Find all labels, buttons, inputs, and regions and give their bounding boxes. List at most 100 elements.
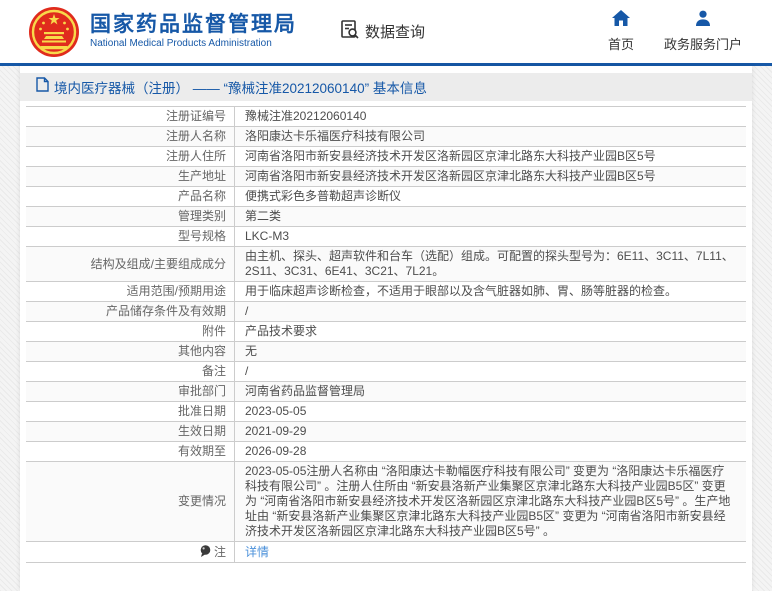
row-value-cell: 详情 [235, 542, 746, 562]
row-value-cell: 第二类 [235, 207, 746, 226]
table-row: 注册人住所 河南省洛阳市新安县经济技术开发区洛新园区京津北路东大科技产业园B区5号 [26, 147, 746, 167]
row-value-cell: 2021-09-29 [235, 422, 746, 441]
nav-gov-portal-label: 政务服务门户 [663, 37, 742, 52]
row-value: / [245, 364, 249, 378]
row-label-cell: 审批部门 [26, 382, 235, 401]
table-row: 备注 / [26, 362, 746, 382]
row-label: 附件 [201, 324, 226, 338]
data-query-label: 数据查询 [365, 24, 426, 41]
row-label: 注 [213, 544, 226, 559]
row-value-cell: 河南省药品监督管理局 [235, 382, 746, 401]
table-row: 生产地址 河南省洛阳市新安县经济技术开发区洛新园区京津北路东大科技产业园B区5号 [26, 167, 746, 187]
row-value-cell: 河南省洛阳市新安县经济技术开发区洛新园区京津北路东大科技产业园B区5号 [235, 147, 746, 166]
table-row: 注册证编号 豫械注准20212060140 [26, 107, 746, 127]
national-emblem-logo [28, 6, 80, 58]
row-value-cell: 便携式彩色多普勒超声诊断仪 [235, 187, 746, 206]
row-value: 2026-09-28 [245, 444, 307, 458]
agency-name-en: National Medical Products Administration [90, 38, 272, 49]
row-value-cell: 2023-05-05注册人名称由 “洛阳康达卡勒幅医疗科技有限公司” 变更为 “… [235, 462, 746, 541]
table-row: 变更情况 2023-05-05注册人名称由 “洛阳康达卡勒幅医疗科技有限公司” 变… [26, 462, 746, 542]
row-label-cell: 产品储存条件及有效期 [26, 302, 235, 321]
table-row: 结构及组成/主要组成成分 由主机、探头、超声软件和台车（选配）组成。可配置的探头型… [26, 247, 746, 282]
row-label: 注册人名称 [165, 129, 226, 143]
page-title-bar: 境内医疗器械（注册） —— “豫械注准20212060140” 基本信息 [20, 73, 752, 101]
row-label: 生产地址 [177, 169, 226, 183]
table-row: 批准日期 2023-05-05 [26, 402, 746, 422]
row-value-cell: 豫械注准20212060140 [235, 107, 746, 126]
row-label-cell: 型号规格 [26, 227, 235, 246]
row-label: 注册证编号 [165, 109, 226, 123]
row-value: 洛阳康达卡乐福医疗科技有限公司 [245, 129, 426, 143]
row-value: 2023-05-05注册人名称由 “洛阳康达卡勒幅医疗科技有限公司” 变更为 “… [245, 464, 731, 538]
nav-home-label: 首页 [607, 37, 634, 52]
row-label: 产品储存条件及有效期 [105, 304, 226, 318]
data-query-nav[interactable]: 数据查询 [339, 18, 425, 45]
page-title: 境内医疗器械（注册） —— “豫械注准20212060140” 基本信息 [54, 81, 427, 96]
row-label-cell: 产品名称 [26, 187, 235, 206]
table-row: 产品名称 便携式彩色多普勒超声诊断仪 [26, 187, 746, 207]
row-label-cell: 变更情况 [26, 462, 235, 541]
row-label-cell: 有效期至 [26, 442, 235, 461]
row-label-cell: 注册人住所 [26, 147, 235, 166]
document-search-icon [339, 18, 361, 45]
row-label: 结构及组成/主要组成成分 [90, 256, 226, 271]
table-row: 附件 产品技术要求 [26, 322, 746, 342]
table-row: 有效期至 2026-09-28 [26, 442, 746, 462]
row-label: 其他内容 [177, 344, 226, 358]
nav-home[interactable]: 首页 [608, 10, 634, 53]
row-value: 第二类 [245, 209, 282, 223]
row-value-cell: 无 [235, 342, 746, 361]
row-value: 由主机、探头、超声软件和台车（选配）组成。可配置的探头型号为：6E11、3C11… [245, 249, 734, 278]
row-label: 备注 [201, 364, 226, 378]
row-label-cell: 备注 [26, 362, 235, 381]
row-label: 管理类别 [177, 209, 226, 223]
row-value-cell: 洛阳康达卡乐福医疗科技有限公司 [235, 127, 746, 146]
row-value: 无 [245, 344, 258, 358]
page-background: 境内医疗器械（注册） —— “豫械注准20212060140” 基本信息 注册证… [0, 66, 772, 591]
row-value: 用于临床超声诊断检查，不适用于眼部以及含气脏器如肺、胃、肠等脏器的检查。 [245, 284, 678, 298]
row-value: 2023-05-05 [245, 404, 307, 418]
row-value: / [245, 304, 249, 318]
row-value-cell: 产品技术要求 [235, 322, 746, 341]
table-row: 型号规格 LKC-M3 [26, 227, 746, 247]
home-icon [611, 10, 630, 31]
table-row: 产品储存条件及有效期 / [26, 302, 746, 322]
row-label-cell: 生效日期 [26, 422, 235, 441]
row-label-cell: 适用范围/预期用途 [26, 282, 235, 301]
row-value-cell: / [235, 362, 746, 381]
user-icon [695, 10, 711, 31]
agency-name-cn: 国家药品监督管理局 [90, 13, 297, 36]
row-label-cell: 注册证编号 [26, 107, 235, 126]
table-row: 管理类别 第二类 [26, 207, 746, 227]
row-label: 生效日期 [177, 424, 226, 438]
row-value: 豫械注准20212060140 [245, 109, 367, 123]
table-row: 生效日期 2021-09-29 [26, 422, 746, 442]
detail-link[interactable]: 详情 [245, 545, 269, 560]
nav-gov-portal[interactable]: 政务服务门户 [664, 10, 742, 53]
row-label-cell: 结构及组成/主要组成成分 [26, 247, 235, 281]
row-value-cell: 用于临床超声诊断检查，不适用于眼部以及含气脏器如肺、胃、肠等脏器的检查。 [235, 282, 746, 301]
row-value-cell: / [235, 302, 746, 321]
page-icon [36, 77, 49, 97]
row-label-cell: 其他内容 [26, 342, 235, 361]
row-value-cell: 由主机、探头、超声软件和台车（选配）组成。可配置的探头型号为：6E11、3C11… [235, 247, 746, 281]
info-table: 注册证编号 豫械注准20212060140 注册人名称 洛阳康达卡乐福医疗科技有限公司… [26, 106, 746, 563]
note-balloon-icon [200, 545, 211, 561]
row-label: 型号规格 [177, 229, 226, 243]
row-value-cell: 2023-05-05 [235, 402, 746, 421]
table-row: 适用范围/预期用途 用于临床超声诊断检查，不适用于眼部以及含气脏器如肺、胃、肠等脏… [26, 282, 746, 302]
row-value-cell: LKC-M3 [235, 227, 746, 246]
content-panel: 境内医疗器械（注册） —— “豫械注准20212060140” 基本信息 注册证… [20, 66, 752, 591]
row-label-cell: 注 [26, 542, 235, 562]
row-label: 审批部门 [177, 384, 226, 398]
row-label: 有效期至 [177, 444, 226, 458]
row-label: 适用范围/预期用途 [126, 284, 226, 298]
row-label-cell: 批准日期 [26, 402, 235, 421]
row-label-cell: 附件 [26, 322, 235, 341]
row-value: 河南省洛阳市新安县经济技术开发区洛新园区京津北路东大科技产业园B区5号 [245, 149, 656, 163]
row-value: 便携式彩色多普勒超声诊断仪 [245, 189, 402, 203]
agency-brand: 国家药品监督管理局 National Medical Products Admi… [90, 13, 297, 50]
row-value: 河南省洛阳市新安县经济技术开发区洛新园区京津北路东大科技产业园B区5号 [245, 169, 656, 183]
table-row: 其他内容 无 [26, 342, 746, 362]
row-label: 变更情况 [177, 494, 226, 508]
